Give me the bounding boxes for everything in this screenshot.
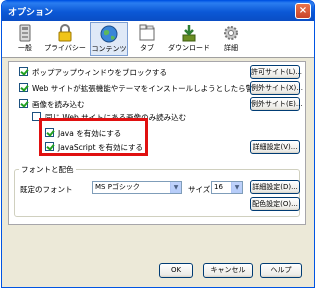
- tabs-icon: [139, 24, 155, 41]
- title-bar[interactable]: オプション ×: [2, 1, 314, 21]
- tab-advanced[interactable]: 詳細: [216, 22, 246, 56]
- load-images-checkbox[interactable]: [19, 99, 28, 108]
- tab-privacy[interactable]: プライバシー: [44, 22, 86, 56]
- allowed-sites-button[interactable]: 許可サイト(L)...: [250, 65, 302, 79]
- help-button[interactable]: ヘルプ: [260, 263, 302, 278]
- options-tabbar: 一般 プライバシー コンテンツ タブ ダウンロード 詳細: [2, 21, 314, 58]
- fonts-colors-title: フォントと配色: [19, 164, 76, 175]
- font-size-label: サイズ: [188, 185, 211, 194]
- download-icon: [182, 25, 196, 42]
- gear-icon: [224, 26, 238, 40]
- tab-content[interactable]: コンテンツ: [90, 22, 128, 56]
- tab-tabs[interactable]: タブ: [132, 22, 162, 56]
- window-title: オプション: [8, 8, 54, 18]
- font-advanced-button[interactable]: 詳細設定(D)...: [250, 180, 300, 194]
- font-size-select[interactable]: 16 ▼: [211, 181, 243, 194]
- options-window: オプション × 一般 プライバシー コンテンツ タブ ダウンロード 詳細 ポップ…: [1, 0, 315, 288]
- chevron-down-icon: ▼: [170, 182, 181, 193]
- tab-general-label: 一般: [18, 44, 32, 52]
- warn-install-checkbox[interactable]: [19, 83, 28, 92]
- warn-install-label: Web サイトが拡張機能やテーマをインストールしようとしたら警告する: [32, 84, 276, 93]
- block-popups-checkbox[interactable]: [19, 67, 28, 76]
- ok-button[interactable]: OK: [159, 263, 193, 278]
- switch-icon: [19, 24, 31, 42]
- tab-tabs-label: タブ: [140, 44, 154, 52]
- image-exceptions-button[interactable]: 例外サイト(E)...: [250, 97, 303, 111]
- chevron-down-icon: ▼: [231, 182, 242, 193]
- default-font-label: 既定のフォント: [20, 185, 73, 194]
- load-images-label: 画像を読み込む: [32, 100, 85, 109]
- default-font-select[interactable]: MS Pゴシック ▼: [92, 181, 182, 194]
- tab-downloads-label: ダウンロード: [168, 44, 210, 52]
- tab-privacy-label: プライバシー: [44, 44, 86, 52]
- default-font-value: MS Pゴシック: [95, 183, 140, 191]
- close-button[interactable]: ×: [295, 3, 311, 19]
- cancel-button[interactable]: キャンセル: [203, 263, 253, 278]
- block-popups-label: ポップアップウィンドウをブロックする: [32, 68, 167, 77]
- install-exceptions-button[interactable]: 例外サイト(X)...: [250, 81, 303, 95]
- globe-icon: [100, 25, 118, 43]
- colors-button[interactable]: 配色設定(O)...: [250, 197, 300, 211]
- tab-content-label: コンテンツ: [91, 45, 127, 53]
- font-size-value: 16: [214, 183, 223, 191]
- tab-advanced-label: 詳細: [224, 44, 238, 52]
- tab-general[interactable]: 一般: [10, 22, 40, 56]
- javascript-advanced-button[interactable]: 詳細設定(V)...: [250, 140, 300, 154]
- lock-icon: [58, 24, 72, 42]
- highlight-box: [39, 118, 148, 156]
- tab-downloads[interactable]: ダウンロード: [166, 22, 212, 56]
